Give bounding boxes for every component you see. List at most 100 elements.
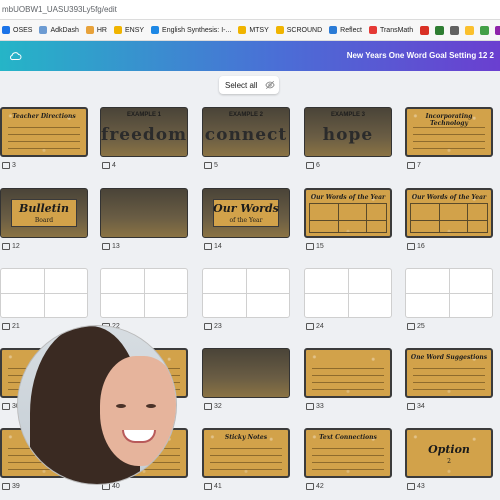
bookmark-icon xyxy=(151,26,160,34)
comment-icon xyxy=(204,403,212,410)
slide-number: 32 xyxy=(204,403,222,410)
slide-thumbnail[interactable] xyxy=(202,348,290,398)
slide-thumbnail[interactable]: Incorporating Technology xyxy=(405,107,493,157)
slide-number-label: 23 xyxy=(214,323,222,330)
comment-icon xyxy=(2,483,10,490)
bookmark-icon xyxy=(368,26,377,34)
bookmark-item[interactable]: TransMath xyxy=(368,26,413,34)
comment-icon xyxy=(204,323,212,330)
slide-word: freedom xyxy=(101,125,188,145)
comment-icon xyxy=(2,403,10,410)
slide-thumbnail[interactable]: Our Words of the Year xyxy=(304,188,392,238)
slide-thumbnail[interactable]: Text Connections xyxy=(304,428,392,478)
slide-number-label: 25 xyxy=(417,323,425,330)
slide-number: 34 xyxy=(407,403,425,410)
slide-thumbnail[interactable]: One Word Suggestions xyxy=(405,348,493,398)
slide-thumbnail[interactable] xyxy=(100,268,188,318)
slide-number: 15 xyxy=(306,243,324,250)
slide-label: EXAMPLE 3 xyxy=(330,112,365,118)
slide-thumbnail[interactable]: EXAMPLE 3 hope xyxy=(304,107,392,157)
comment-icon xyxy=(306,243,314,250)
bookmark-item[interactable]: ENSY xyxy=(113,26,145,34)
address-bar[interactable]: mbUOBW1_UASU393Ly5fg/edit xyxy=(0,0,500,20)
comment-icon xyxy=(306,483,314,490)
slide-number-label: 7 xyxy=(417,162,421,169)
slide-title: Our Words of the Year xyxy=(310,194,386,201)
slide-thumbnail[interactable] xyxy=(304,268,392,318)
app-header: New Years One Word Goal Setting 12 2 xyxy=(0,41,500,71)
slide-number: 4 xyxy=(102,162,116,169)
drive-icon[interactable] xyxy=(480,25,490,35)
slide-thumbnail[interactable] xyxy=(202,268,290,318)
slide-thumbnail[interactable]: Bulletin Board xyxy=(0,188,88,238)
bookmark-label: SCROUND xyxy=(286,26,323,34)
slide-subtitle: Board xyxy=(34,217,54,224)
slide-thumbnail[interactable]: Our Words of the Year xyxy=(202,188,290,238)
bookmark-icon xyxy=(39,26,48,34)
slide-thumbnail[interactable] xyxy=(304,348,392,398)
select-all-label: Select all xyxy=(225,80,258,90)
slide-thumbnail[interactable] xyxy=(100,188,188,238)
bookmark-item[interactable]: HR xyxy=(85,26,107,34)
bookmark-item[interactable]: English Synthesis: I-... xyxy=(151,26,231,34)
slide-number: 24 xyxy=(306,323,324,330)
slide-number: 13 xyxy=(102,243,120,250)
cloud-icon[interactable] xyxy=(10,50,22,62)
slide-thumbnail[interactable] xyxy=(0,268,88,318)
slide-number: 6 xyxy=(306,162,320,169)
slide-number: 39 xyxy=(2,483,20,490)
slide-number: 7 xyxy=(407,162,421,169)
bookmark-icon xyxy=(238,26,247,34)
bookmark-icon xyxy=(329,26,338,34)
slide-word: Option xyxy=(428,443,470,456)
slide-number: 14 xyxy=(204,243,222,250)
slide-number-label: 5 xyxy=(214,162,218,169)
slide-number-label: 24 xyxy=(316,323,324,330)
slide-thumbnail[interactable]: EXAMPLE 1 freedom xyxy=(100,107,188,157)
note-icon[interactable] xyxy=(465,25,475,35)
comment-icon xyxy=(204,162,212,169)
slide-number: 5 xyxy=(204,162,218,169)
slide-thumbnail[interactable]: Our Words of the Year xyxy=(405,188,493,238)
select-all-button[interactable]: Select all xyxy=(219,76,279,94)
comment-icon xyxy=(407,243,415,250)
slide-title: One Word Suggestions xyxy=(410,354,488,361)
bookmark-item[interactable]: MTSY xyxy=(238,26,269,34)
slide-title: Incorporating Technology xyxy=(425,113,473,127)
comment-icon xyxy=(102,243,110,250)
slide-number-label: 12 xyxy=(12,243,20,250)
presentation-title[interactable]: New Years One Word Goal Setting 12 2 xyxy=(347,51,494,60)
app-icon[interactable] xyxy=(495,25,500,35)
webcam-overlay xyxy=(17,325,177,485)
bookmark-item[interactable]: SCROUND xyxy=(275,26,323,34)
bookmark-icon xyxy=(85,26,94,34)
slide-label: EXAMPLE 1 xyxy=(126,112,161,118)
bookmark-item[interactable]: OSES xyxy=(2,26,32,34)
gmail-icon[interactable] xyxy=(420,25,430,35)
bookmark-label: ENSY xyxy=(124,26,145,34)
eye-off-icon[interactable] xyxy=(265,80,275,90)
comment-icon xyxy=(204,243,212,250)
slide-thumbnail[interactable]: Option 2 xyxy=(405,428,493,478)
slide-number: 41 xyxy=(204,483,222,490)
slide-title: Text Connections xyxy=(319,434,377,441)
slide-thumbnail[interactable]: Sticky Notes xyxy=(202,428,290,478)
slide-label: EXAMPLE 2 xyxy=(228,112,263,118)
bookmark-item[interactable]: AdkDash xyxy=(39,26,79,34)
bookmark-app-icon[interactable] xyxy=(450,25,460,35)
bookmark-label: Reflect xyxy=(340,26,362,34)
slide-number-label: 42 xyxy=(316,483,324,490)
comment-icon xyxy=(102,162,110,169)
comment-icon xyxy=(306,323,314,330)
comment-icon xyxy=(306,403,314,410)
url-text[interactable]: mbUOBW1_UASU393Ly5fg/edit xyxy=(2,5,117,14)
slide-number: 33 xyxy=(306,403,324,410)
slide-thumbnail[interactable] xyxy=(405,268,493,318)
slide-thumbnail[interactable]: EXAMPLE 2 connect xyxy=(202,107,290,157)
slide-thumbnail[interactable]: Teacher Directions xyxy=(0,107,88,157)
bookmark-item[interactable]: Reflect xyxy=(329,26,362,34)
comment-icon xyxy=(407,483,415,490)
slide-title: Teacher Directions xyxy=(12,113,76,120)
comment-icon xyxy=(2,162,10,169)
keep-icon[interactable] xyxy=(435,25,445,35)
